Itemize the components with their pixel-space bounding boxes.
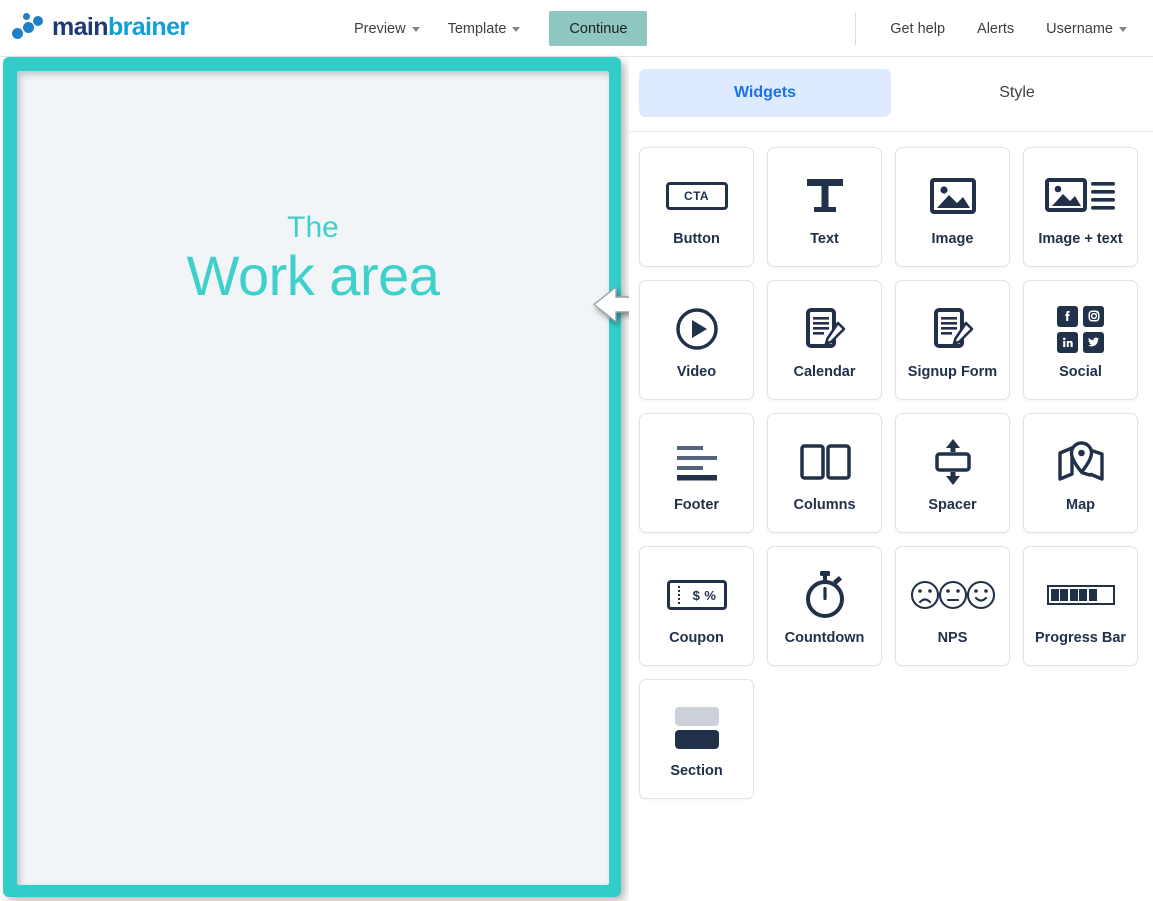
- widget-label: Image + text: [1038, 231, 1123, 247]
- widget-label: Text: [810, 231, 839, 247]
- chevron-down-icon: [512, 27, 521, 32]
- progress-bar-fill: [1050, 589, 1097, 601]
- widget-label: Columns: [793, 497, 856, 513]
- widget-label: Spacer: [928, 497, 977, 513]
- logo-word-brainer: brainer: [107, 12, 189, 41]
- image-icon: [929, 167, 976, 225]
- widget-label: Section: [670, 763, 723, 779]
- widget-text[interactable]: Text: [767, 147, 882, 267]
- image-plus-text-icon: [1044, 167, 1117, 225]
- play-circle-icon: [675, 300, 719, 358]
- footer-lines-icon: [671, 433, 723, 491]
- section-blocks-icon: [674, 699, 719, 757]
- document-pencil-icon: [802, 300, 848, 358]
- widget-image[interactable]: Image: [895, 147, 1010, 267]
- chevron-down-icon: [411, 27, 420, 32]
- two-columns-icon: [799, 433, 851, 491]
- nav-preview[interactable]: Preview: [340, 12, 434, 46]
- work-area-caption-line2: Work area: [186, 244, 440, 307]
- widget-spacer[interactable]: Spacer: [895, 413, 1010, 533]
- widget-video[interactable]: Video: [639, 280, 754, 400]
- widget-map[interactable]: Map: [1023, 413, 1138, 533]
- widget-section[interactable]: Section: [639, 679, 754, 799]
- work-area-caption-line1: The: [287, 211, 339, 244]
- header-right-nav: Get help Alerts Username: [855, 0, 1143, 57]
- widget-columns[interactable]: Columns: [767, 413, 882, 533]
- social-networks-icon: [1057, 300, 1104, 358]
- widget-label: Video: [676, 364, 717, 380]
- widget-label: Button: [673, 231, 720, 247]
- nav-get-help[interactable]: Get help: [874, 21, 961, 37]
- three-faces-icon: [910, 566, 996, 624]
- widget-label: Calendar: [793, 364, 856, 380]
- mainbrainer-logo[interactable]: mainbrainer: [12, 12, 189, 42]
- widget-nps[interactable]: NPS: [895, 546, 1010, 666]
- logo-dots-icon: [12, 12, 50, 42]
- widget-social[interactable]: Social: [1023, 280, 1138, 400]
- tab-widgets[interactable]: Widgets: [639, 69, 891, 117]
- document-pencil-icon: [930, 300, 976, 358]
- panel-tabs: Widgets Style: [639, 69, 1143, 117]
- cta-icon-text: CTA: [684, 189, 709, 203]
- top-header: mainbrainer Preview Template Continue Ge…: [0, 0, 1153, 57]
- instagram-icon: [1083, 305, 1104, 327]
- nav-template[interactable]: Template: [434, 12, 535, 46]
- widget-label: Coupon: [669, 630, 724, 646]
- stopwatch-icon: [802, 566, 848, 624]
- twitter-icon: [1083, 331, 1104, 353]
- nav-preview-label: Preview: [354, 20, 406, 37]
- widget-grid: CTA Button Text Image Image + text Video…: [639, 131, 1151, 799]
- widget-label: Progress Bar: [1034, 630, 1127, 646]
- linkedin-icon: [1057, 331, 1078, 353]
- widget-progress-bar[interactable]: Progress Bar: [1023, 546, 1138, 666]
- progress-bar-icon: [1046, 566, 1115, 624]
- work-area-frame: The Work area: [3, 57, 621, 897]
- widget-signup-form[interactable]: Signup Form: [895, 280, 1010, 400]
- widget-label: Image: [931, 231, 974, 247]
- widget-button[interactable]: CTA Button: [639, 147, 754, 267]
- widget-coupon[interactable]: $ % Coupon: [639, 546, 754, 666]
- widget-label: Social: [1059, 364, 1102, 380]
- widget-image-plus-text[interactable]: Image + text: [1023, 147, 1138, 267]
- header-divider: [855, 12, 857, 45]
- widget-label: Signup Form: [907, 364, 998, 380]
- widget-label: Map: [1066, 497, 1095, 513]
- nav-alerts-label: Alerts: [977, 20, 1015, 37]
- widget-calendar[interactable]: Calendar: [767, 280, 882, 400]
- nav-username-label: Username: [1046, 20, 1113, 37]
- vertical-resize-icon: [931, 433, 975, 491]
- tab-style[interactable]: Style: [891, 69, 1143, 117]
- app-root: mainbrainer Preview Template Continue Ge…: [0, 0, 1153, 901]
- coupon-ticket-icon: $ %: [666, 566, 727, 624]
- widget-label: Footer: [673, 497, 720, 513]
- widget-countdown[interactable]: Countdown: [767, 546, 882, 666]
- work-area-canvas[interactable]: The Work area: [17, 71, 609, 885]
- nav-template-label: Template: [447, 20, 507, 37]
- nav-get-help-label: Get help: [890, 20, 946, 37]
- cta-button-icon: CTA: [665, 167, 728, 225]
- widgets-panel: Widgets Style CTA Button Text Image Imag…: [629, 57, 1153, 901]
- text-t-icon: [802, 167, 848, 225]
- coupon-perforation: [677, 586, 680, 604]
- work-area-caption: The Work area: [17, 213, 609, 309]
- continue-button[interactable]: Continue: [549, 11, 648, 46]
- nav-alerts[interactable]: Alerts: [961, 21, 1030, 37]
- map-pin-icon: [1057, 433, 1105, 491]
- facebook-icon: [1057, 305, 1078, 327]
- logo-wordmark: mainbrainer: [52, 12, 189, 41]
- widget-label: Countdown: [784, 630, 865, 646]
- widget-label: NPS: [937, 630, 968, 646]
- header-center-nav: Preview Template Continue: [340, 0, 648, 57]
- coupon-icon-text: $ %: [692, 587, 717, 603]
- widget-footer[interactable]: Footer: [639, 413, 754, 533]
- logo-word-main: main: [52, 12, 109, 41]
- chevron-down-icon: [1119, 27, 1127, 32]
- nav-username[interactable]: Username: [1030, 21, 1143, 37]
